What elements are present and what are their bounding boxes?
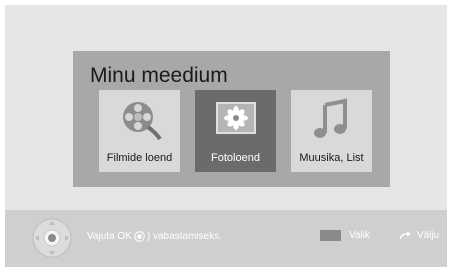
tv-screen: Minu meedium Filmide loend Fotoloend Muu… [5, 5, 447, 267]
tile-label: Fotoloend [211, 152, 260, 164]
tile-label: Muusika, List [299, 152, 364, 164]
music-note-icon [313, 98, 347, 138]
ok-button-icon [134, 231, 145, 242]
bottom-help-bar: Vajuta OK ) vabastamiseks. Valik Välju [5, 210, 447, 267]
back-arrow-icon [399, 231, 411, 239]
valik-label: Valik [349, 230, 370, 241]
hint-text-before: Vajuta OK [87, 231, 132, 242]
tile-movie-list[interactable]: Filmide loend [99, 90, 180, 172]
valik-color-key [320, 230, 341, 241]
valik-legend[interactable]: Valik [320, 230, 370, 241]
hint-text-after: ) vabastamiseks. [146, 231, 222, 242]
my-media-panel: Minu meedium Filmide loend Fotoloend Muu… [73, 51, 390, 187]
ok-hint: Vajuta OK ) vabastamiseks. [87, 231, 222, 242]
valju-label: Välju [417, 230, 440, 241]
film-reel-icon [122, 102, 162, 141]
panel-title: Minu meedium [90, 64, 228, 87]
valju-legend[interactable]: Välju [398, 230, 439, 241]
photo-icon [215, 102, 256, 134]
tile-music-list[interactable]: Muusika, List [291, 90, 372, 172]
tile-label: Filmide loend [106, 152, 173, 164]
dpad-ok-icon [32, 218, 72, 258]
tile-photo-list[interactable]: Fotoloend [195, 90, 276, 172]
